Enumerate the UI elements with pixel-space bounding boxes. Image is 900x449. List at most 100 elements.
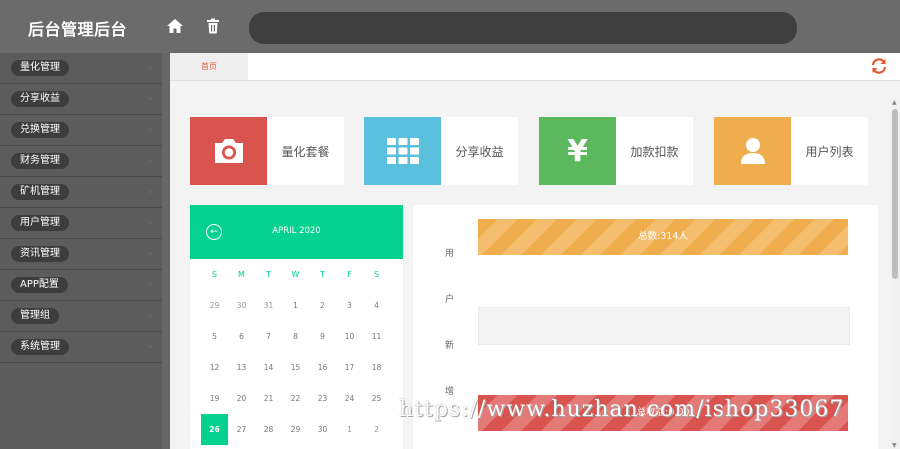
tile-label: 量化套餐 [281, 144, 330, 159]
sidebar: 量化管理 › 分享收益 › 兑换管理 › 财务管理 › 矿机管理 › 用户管理 › 资讯管理… [0, 53, 162, 449]
calendar-day[interactable]: 29 [282, 425, 309, 434]
scrollbar[interactable]: ▲ ▼ [890, 99, 900, 449]
calendar-day[interactable]: 11 [363, 332, 390, 341]
calendar-day[interactable]: 16 [309, 363, 336, 372]
calendar-day[interactable]: 13 [228, 363, 255, 372]
calendar-day[interactable]: 30 [228, 301, 255, 310]
calendar-day[interactable]: 18 [363, 363, 390, 372]
income-total-text: 总收益:0.00 [636, 407, 690, 418]
calendar-day[interactable]: 21 [255, 394, 282, 403]
calendar-day[interactable]: 8 [282, 332, 309, 341]
tile-share-income[interactable]: 分享收益 [364, 117, 518, 185]
sidebar-item-label: 分享收益 [11, 91, 69, 107]
sidebar-item-label: 管理组 [11, 308, 59, 324]
sidebar-item-app-config[interactable]: APP配置 › [0, 270, 162, 301]
calendar-day[interactable]: 28 [255, 425, 282, 434]
sidebar-item-share-income[interactable]: 分享收益 › [0, 84, 162, 115]
calendar-day[interactable]: 27 [228, 425, 255, 434]
search-input[interactable] [249, 12, 797, 44]
panel-side-char: 新 [445, 341, 455, 351]
sidebar-item-finance[interactable]: 财务管理 › [0, 146, 162, 177]
sidebar-item-label: 系统管理 [11, 339, 69, 355]
new-user-bar [478, 307, 850, 345]
sidebar-item-label: 兑换管理 [11, 122, 69, 138]
calendar-weekday-row: SMTWTFS [201, 259, 399, 290]
calendar-day[interactable]: 10 [336, 332, 363, 341]
tab-home[interactable]: 首页 [170, 53, 248, 80]
calendar-weekday: M [238, 270, 245, 279]
sidebar-item-news[interactable]: 资讯管理 › [0, 239, 162, 270]
calendar-day[interactable]: 14 [255, 363, 282, 372]
chevron-right-icon: › [148, 249, 152, 258]
tile-label: 分享收益 [455, 144, 504, 159]
chevron-right-icon: › [148, 280, 152, 289]
calendar-day[interactable]: 22 [282, 394, 309, 403]
trash-icon[interactable] [202, 15, 224, 37]
sidebar-item-label: 量化管理 [11, 60, 69, 76]
grid-icon [364, 117, 441, 185]
chevron-right-icon: › [148, 218, 152, 227]
tile-label: 用户列表 [805, 144, 854, 159]
sidebar-item-admin-group[interactable]: 管理组 › [0, 301, 162, 332]
calendar-day[interactable]: 4 [363, 301, 390, 310]
calendar-grid: S M T W T F S 29 30 31 1 2 3 4 5 6 7 8 9 10 11 12 13 14 15 16 17 18… [201, 259, 399, 445]
calendar-day[interactable]: 19 [201, 394, 228, 403]
calendar-day-today[interactable]: 26 [201, 414, 228, 445]
calendar-day[interactable]: 20 [228, 394, 255, 403]
user-total-text: 总数:314人 [638, 231, 688, 242]
calendar-day[interactable]: 3 [336, 301, 363, 310]
chevron-right-icon: › [148, 156, 152, 165]
panel-side-label: 用户新增 [445, 231, 457, 415]
calendar-weekday: W [291, 270, 300, 279]
calendar-day[interactable]: 6 [228, 332, 255, 341]
refresh-icon[interactable] [870, 57, 888, 75]
scroll-down-icon[interactable]: ▼ [892, 442, 897, 449]
camera-icon [190, 117, 267, 185]
calendar-day[interactable]: 29 [201, 301, 228, 310]
income-total-bar: 总收益:0.00 [478, 395, 848, 431]
app-title: 后台管理后台 [28, 20, 128, 39]
calendar-day[interactable]: 1 [336, 425, 363, 434]
calendar-day[interactable]: 31 [255, 301, 282, 310]
calendar-day[interactable]: 25 [363, 394, 390, 403]
sidebar-item-exchange[interactable]: 兑换管理 › [0, 115, 162, 146]
calendar-weekday: S [211, 270, 218, 279]
scrollbar-thumb[interactable] [892, 109, 898, 279]
calendar-day[interactable]: 9 [309, 332, 336, 341]
chevron-right-icon: › [148, 94, 152, 103]
calendar-day[interactable]: 1 [282, 301, 309, 310]
calendar-weekday: T [320, 270, 325, 279]
calendar-day[interactable]: 17 [336, 363, 363, 372]
home-icon[interactable] [164, 15, 186, 37]
calendar-day[interactable]: 5 [201, 332, 228, 341]
tile-user-list[interactable]: 用户列表 [714, 117, 868, 185]
panel-side-char: 用 [445, 249, 455, 259]
calendar-title: APRIL 2020 [272, 226, 321, 236]
panel-side-char: 户 [445, 295, 455, 305]
calendar-day[interactable]: 2 [309, 301, 336, 310]
sidebar-item-system[interactable]: 系统管理 › [0, 332, 162, 363]
calendar-day[interactable]: 23 [309, 394, 336, 403]
calendar-day[interactable]: 24 [336, 394, 363, 403]
calendar-week-row: 5 6 7 8 9 10 11 [201, 321, 399, 352]
scroll-up-icon[interactable]: ▲ [892, 99, 897, 106]
yen-icon: ¥ [539, 117, 616, 185]
chevron-right-icon: › [148, 63, 152, 72]
calendar-day[interactable]: 2 [363, 425, 390, 434]
tile-quant-package[interactable]: 量化套餐 [190, 117, 344, 185]
chevron-right-icon: › [148, 187, 152, 196]
calendar-day[interactable]: 30 [309, 425, 336, 434]
chevron-right-icon: › [148, 125, 152, 134]
calendar-day[interactable]: 15 [282, 363, 309, 372]
tile-add-deduct[interactable]: ¥ 加款扣款 [539, 117, 693, 185]
calendar-week-row: 29 30 31 1 2 3 4 [201, 290, 399, 321]
sidebar-item-label: 财务管理 [11, 153, 69, 169]
sidebar-item-miner[interactable]: 矿机管理 › [0, 177, 162, 208]
top-bar: 后台管理后台 [0, 0, 900, 53]
sidebar-item-users[interactable]: 用户管理 › [0, 208, 162, 239]
calendar-day[interactable]: 7 [255, 332, 282, 341]
sidebar-item-quant[interactable]: 量化管理 › [0, 53, 162, 84]
calendar-weekday: S [373, 270, 380, 279]
calendar-day[interactable]: 12 [201, 363, 228, 372]
user-icon [714, 117, 791, 185]
